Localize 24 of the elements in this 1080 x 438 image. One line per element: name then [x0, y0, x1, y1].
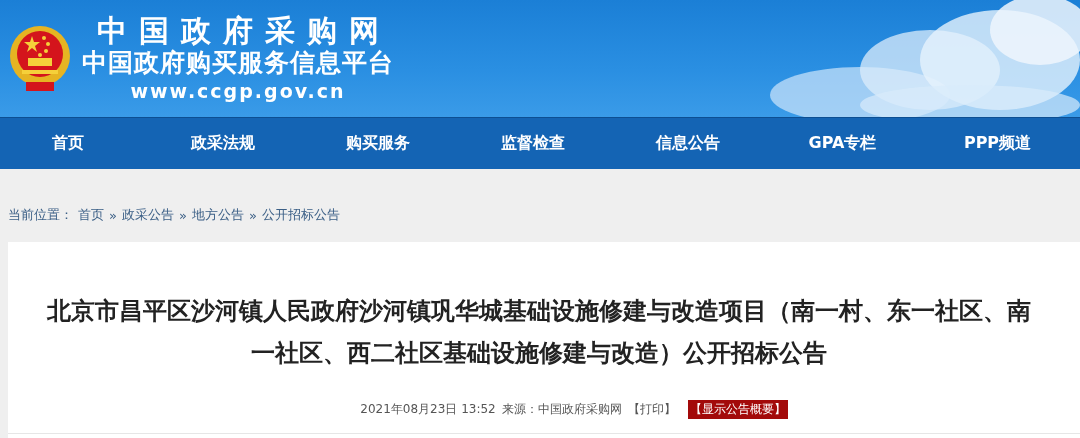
- nav-item[interactable]: 监督检查: [500, 132, 565, 154]
- nav-item[interactable]: GPA专栏: [808, 132, 877, 154]
- nav-item[interactable]: 政采法规: [190, 132, 255, 154]
- breadcrumb-separator: »: [178, 207, 187, 223]
- article-title: 北京市昌平区沙河镇人民政府沙河镇巩华城基础设施修建与改造项目（南一村、东一社区、南一社区、西二社区基础设施修建与改造）公开招标公告: [46, 296, 1032, 369]
- site-url: www.ccgp.gov.cn: [130, 79, 346, 104]
- breadcrumb-separator: »: [248, 207, 257, 223]
- source-text: 来源：中国政府采购网: [501, 401, 622, 418]
- nav-item[interactable]: 首页: [51, 132, 84, 154]
- publish-time: 2021年08月23日 13:52: [360, 401, 496, 418]
- location-label: 当前位置：: [8, 206, 73, 224]
- print-link[interactable]: 【打印】: [627, 401, 676, 418]
- summary-button[interactable]: 【显示公告概要】: [687, 400, 788, 419]
- nav-item[interactable]: PPP频道: [963, 132, 1032, 154]
- site-title: 中国政府采购网: [97, 14, 391, 48]
- site-subtitle: 中国政府购买服务信息平台: [82, 48, 394, 78]
- breadcrumb-link[interactable]: 地方公告: [191, 206, 244, 224]
- nav-item[interactable]: 信息公告: [655, 132, 720, 154]
- breadcrumb-link[interactable]: 政采公告: [121, 206, 174, 224]
- emblem-icon: [8, 24, 72, 94]
- nav-item[interactable]: 购买服务: [345, 132, 410, 154]
- breadcrumb-separator: »: [109, 207, 117, 223]
- breadcrumb-link[interactable]: 公开招标公告: [261, 206, 340, 224]
- breadcrumb-link[interactable]: 首页: [78, 206, 104, 224]
